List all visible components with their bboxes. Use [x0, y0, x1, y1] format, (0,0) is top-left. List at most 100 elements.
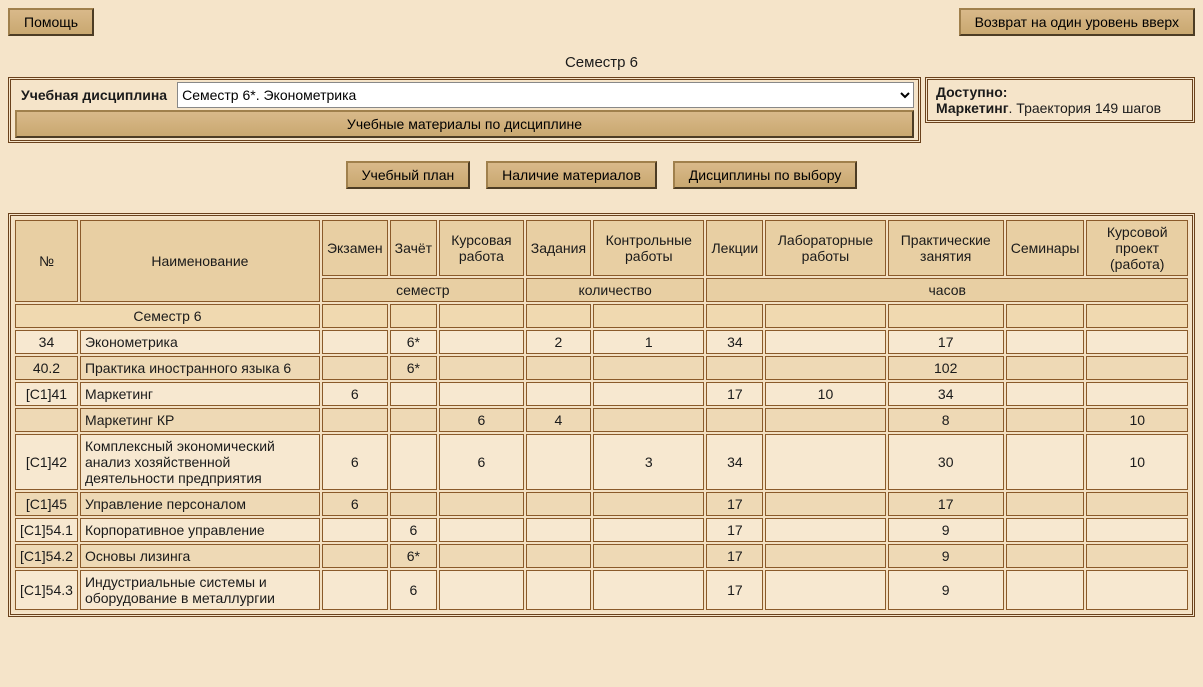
table-row: Маркетинг КР64810 — [15, 408, 1188, 432]
cell-lab — [765, 492, 885, 516]
cell-pract: 9 — [888, 570, 1004, 610]
cell-lec: 34 — [706, 330, 763, 354]
cell-tasks — [526, 518, 591, 542]
cell-tasks — [526, 492, 591, 516]
available-subject: Маркетинг — [936, 100, 1009, 116]
back-up-button[interactable]: Возврат на один уровень вверх — [959, 8, 1195, 36]
cell-lec — [706, 356, 763, 380]
col-name: Наименование — [80, 220, 320, 302]
discipline-label: Учебная дисциплина — [15, 83, 173, 107]
cell-pract: 17 — [888, 330, 1004, 354]
cell-exam: 6 — [322, 434, 388, 490]
cell-ctrl — [593, 570, 704, 610]
cell-pass — [390, 434, 437, 490]
table-row: [С1]54.2Основы лизинга6*179 — [15, 544, 1188, 568]
cell-exam: 6 — [322, 382, 388, 406]
cell-name: Практика иностранного языка 6 — [80, 356, 320, 380]
cell-lec: 34 — [706, 434, 763, 490]
table-row: [С1]45Управление персоналом6 17 17 — [15, 492, 1188, 516]
cell-pract: 102 — [888, 356, 1004, 380]
discipline-materials-button[interactable]: Учебные материалы по дисциплине — [15, 110, 914, 138]
cell-lec — [706, 408, 763, 432]
cell-lec: 17 — [706, 570, 763, 610]
cell-proj — [1086, 518, 1188, 542]
study-plan-table-container: № Наименование Экзамен Зачёт Курсовая ра… — [8, 213, 1195, 617]
cell-sem — [1006, 434, 1085, 490]
cell-pract: 17 — [888, 492, 1004, 516]
cell-lab — [765, 570, 885, 610]
table-row: [С1]54.3Индустриальные системы и оборудо… — [15, 570, 1188, 610]
elective-disciplines-button[interactable]: Дисциплины по выбору — [673, 161, 858, 189]
col-num: № — [15, 220, 78, 302]
cell-ctrl: 1 — [593, 330, 704, 354]
cell-exam — [322, 518, 388, 542]
cell-proj: 10 — [1086, 434, 1188, 490]
cell-name: Маркетинг КР — [80, 408, 320, 432]
cell-pract: 34 — [888, 382, 1004, 406]
cell-exam — [322, 330, 388, 354]
cell-num: 34 — [15, 330, 78, 354]
col-project: Курсовой проект (работа) — [1086, 220, 1188, 276]
cell-pract: 9 — [888, 544, 1004, 568]
cell-proj — [1086, 492, 1188, 516]
cell-cw — [439, 356, 524, 380]
cell-cw — [439, 518, 524, 542]
cell-exam — [322, 570, 388, 610]
help-button[interactable]: Помощь — [8, 8, 94, 36]
cell-exam: 6 — [322, 492, 388, 516]
available-box: Доступно: Маркетинг. Траектория 149 шаго… — [925, 77, 1195, 123]
cell-lec: 17 — [706, 492, 763, 516]
cell-ctrl: 3 — [593, 434, 704, 490]
cell-ctrl — [593, 408, 704, 432]
cell-lec: 17 — [706, 544, 763, 568]
cell-name: Основы лизинга — [80, 544, 320, 568]
cell-pass — [390, 408, 437, 432]
cell-pass: 6* — [390, 356, 437, 380]
available-title: Доступно: — [936, 84, 1007, 100]
cell-proj — [1086, 544, 1188, 568]
discipline-panel: Учебная дисциплина Семестр 6*. Эконометр… — [8, 77, 921, 143]
cell-sem — [1006, 570, 1085, 610]
band-hours: часов — [706, 278, 1188, 302]
cell-lec: 17 — [706, 382, 763, 406]
cell-name: Корпоративное управление — [80, 518, 320, 542]
cell-pass — [390, 382, 437, 406]
semester-title: Семестр 6 — [8, 54, 1195, 71]
cell-cw — [439, 492, 524, 516]
cell-lab — [765, 544, 885, 568]
cell-name: Управление персоналом — [80, 492, 320, 516]
cell-sem — [1006, 408, 1085, 432]
cell-lab — [765, 356, 885, 380]
study-plan-button[interactable]: Учебный план — [346, 161, 471, 189]
cell-tasks — [526, 382, 591, 406]
cell-lab — [765, 434, 885, 490]
cell-num: [С1]54.3 — [15, 570, 78, 610]
available-detail: . Траектория 149 шагов — [1009, 100, 1162, 116]
cell-pass: 6 — [390, 518, 437, 542]
cell-pract: 8 — [888, 408, 1004, 432]
cell-ctrl — [593, 544, 704, 568]
cell-tasks — [526, 356, 591, 380]
cell-pract: 9 — [888, 518, 1004, 542]
cell-num: [С1]54.1 — [15, 518, 78, 542]
cell-ctrl — [593, 356, 704, 380]
band-semester: семестр — [322, 278, 524, 302]
cell-proj — [1086, 330, 1188, 354]
cell-pass — [390, 492, 437, 516]
cell-exam — [322, 408, 388, 432]
cell-proj — [1086, 356, 1188, 380]
cell-lab: 10 — [765, 382, 885, 406]
cell-num: [С1]45 — [15, 492, 78, 516]
materials-availability-button[interactable]: Наличие материалов — [486, 161, 657, 189]
cell-tasks: 4 — [526, 408, 591, 432]
table-row: [С1]54.1Корпоративное управление6179 — [15, 518, 1188, 542]
col-practice: Практические занятия — [888, 220, 1004, 276]
cell-proj — [1086, 570, 1188, 610]
cell-sem — [1006, 382, 1085, 406]
cell-sem — [1006, 492, 1085, 516]
col-seminars: Семинары — [1006, 220, 1085, 276]
discipline-select[interactable]: Семестр 6*. Эконометрика — [177, 82, 914, 108]
cell-tasks: 2 — [526, 330, 591, 354]
cell-pass: 6* — [390, 544, 437, 568]
cell-cw — [439, 330, 524, 354]
